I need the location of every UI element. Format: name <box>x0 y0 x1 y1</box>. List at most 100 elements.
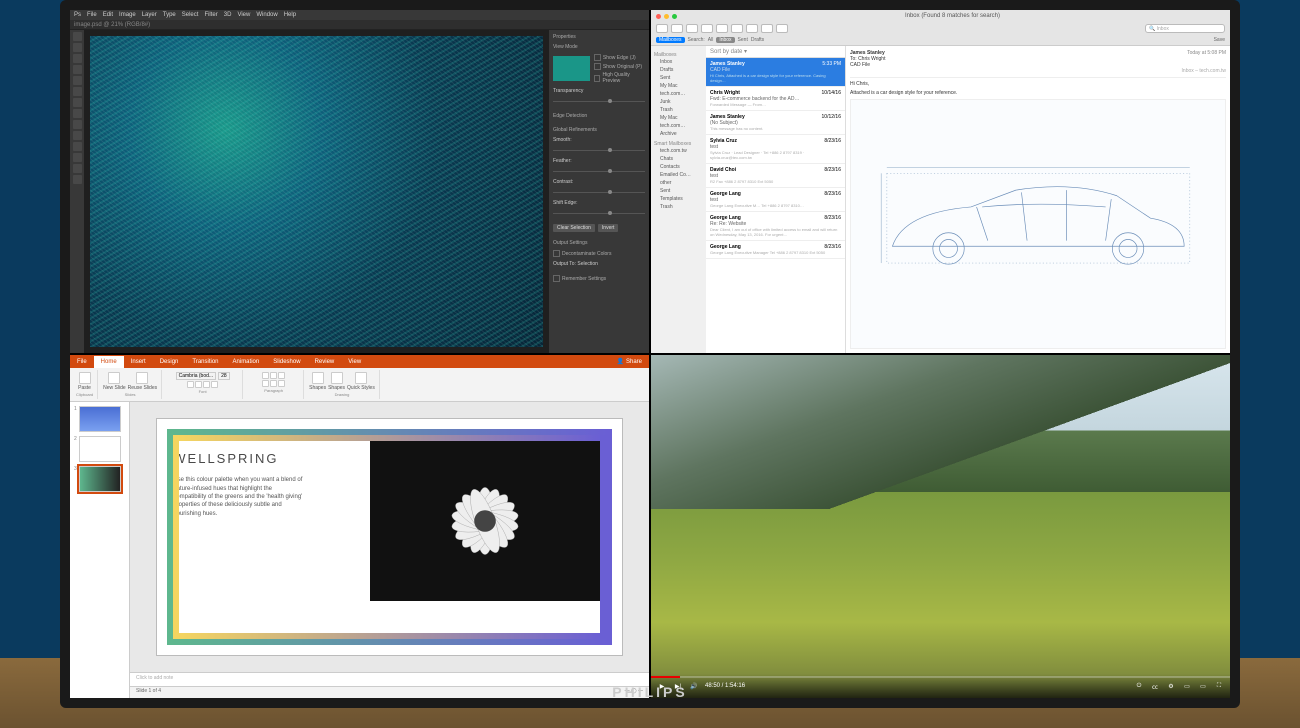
autoplay-toggle-icon[interactable]: ⏻ <box>1134 681 1144 691</box>
ps-smooth-slider[interactable] <box>553 150 645 151</box>
mail-sidebar-item[interactable]: Drafts <box>654 66 703 74</box>
pp-slide-canvas[interactable]: WELLSPRING Use this colour palette when … <box>156 418 622 655</box>
fullscreen-icon[interactable]: ⛶ <box>1214 681 1224 691</box>
mail-filter-all[interactable]: All <box>708 37 714 43</box>
ps-global-refinements-header[interactable]: Global Refinements <box>553 127 645 133</box>
ps-transparency-slider[interactable] <box>553 101 645 102</box>
mail-filter-mailboxes[interactable]: Mailboxes <box>656 37 685 43</box>
ps-menu-type[interactable]: Type <box>163 12 176 18</box>
ps-menu-edit[interactable]: Edit <box>103 12 113 18</box>
ps-doc-tab[interactable]: image.psd @ 21% (RGB/8#) <box>74 22 150 28</box>
mail-filter-sent[interactable]: Sent <box>738 37 748 43</box>
ps-show-original-checkbox[interactable]: Show Original (P) <box>594 63 645 70</box>
mail-sidebar-item[interactable]: Inbox <box>654 58 703 66</box>
pp-shapes2-button[interactable]: Shapes <box>328 372 345 391</box>
mail-message-item[interactable]: David Choi8/23/16testR2 Fax +886 2 8797 … <box>706 164 845 188</box>
ps-output-settings-header[interactable]: Output Settings <box>553 240 645 246</box>
ps-feather-slider[interactable] <box>553 171 645 172</box>
pp-paste-button[interactable]: Paste <box>78 372 91 391</box>
hand-tool-icon[interactable] <box>73 164 82 173</box>
mail-sort-dropdown[interactable]: Sort by date ▾ <box>706 46 845 58</box>
mail-sidebar-item[interactable]: other <box>654 179 703 187</box>
maximize-icon[interactable] <box>672 14 677 19</box>
delete-icon[interactable] <box>701 24 713 33</box>
pp-tab-home[interactable]: Home <box>94 356 124 368</box>
mail-sidebar-item[interactable]: Contacts <box>654 163 703 171</box>
underline-icon[interactable] <box>203 381 210 388</box>
archive-icon[interactable] <box>686 24 698 33</box>
pp-tab-insert[interactable]: Insert <box>124 356 153 368</box>
gradient-tool-icon[interactable] <box>73 131 82 140</box>
mail-sidebar-item[interactable]: Emailed Co… <box>654 171 703 179</box>
indent-icon[interactable] <box>278 372 285 379</box>
wand-tool-icon[interactable] <box>73 65 82 74</box>
pp-tab-transition[interactable]: Transition <box>185 356 225 368</box>
pp-quick-styles-button[interactable]: Quick Styles <box>347 372 375 391</box>
mail-sidebar-item[interactable]: tech.com… <box>654 90 703 98</box>
pen-tool-icon[interactable] <box>73 142 82 151</box>
pp-tab-view[interactable]: View <box>341 356 368 368</box>
settings-icon[interactable]: ⚙ <box>1166 681 1176 691</box>
mail-message-item[interactable]: James Stanley5:33 PMCAD FileHi Chris, At… <box>706 58 845 87</box>
mail-sidebar-item[interactable]: Chats <box>654 155 703 163</box>
mail-sidebar-item[interactable]: Trash <box>654 203 703 211</box>
ps-decontaminate-checkbox[interactable]: Decontaminate Colors <box>553 250 645 257</box>
captions-icon[interactable]: ㏄ <box>1150 681 1160 691</box>
ps-show-edge-checkbox[interactable]: Show Edge (J) <box>594 54 645 61</box>
italic-icon[interactable] <box>195 381 202 388</box>
ps-shift-edge-slider[interactable] <box>553 213 645 214</box>
pp-tab-file[interactable]: File <box>70 356 94 368</box>
move-tool-icon[interactable] <box>73 32 82 41</box>
mail-message-item[interactable]: Chris Wright10/14/16Fwd: E-commerce back… <box>706 87 845 111</box>
pp-notes-pane[interactable]: Click to add note <box>130 672 649 686</box>
compose-icon[interactable] <box>671 24 683 33</box>
number-icon[interactable] <box>270 372 277 379</box>
ps-menu-layer[interactable]: Layer <box>142 12 157 18</box>
miniplayer-icon[interactable]: ▭ <box>1182 681 1192 691</box>
align-center-icon[interactable] <box>270 380 277 387</box>
pp-reuse-slides-button[interactable]: Reuse Slides <box>128 372 157 391</box>
mail-sidebar-item[interactable]: Trash <box>654 106 703 114</box>
junk-icon[interactable] <box>716 24 728 33</box>
ps-view-thumb[interactable] <box>553 56 590 81</box>
mail-sidebar-item[interactable]: Sent <box>654 74 703 82</box>
clone-tool-icon[interactable] <box>73 109 82 118</box>
forward-icon[interactable] <box>761 24 773 33</box>
mail-message-item[interactable]: James Stanley10/12/16(No Subject)This me… <box>706 111 845 135</box>
mail-save-button[interactable]: Save <box>1214 37 1225 43</box>
strike-icon[interactable] <box>211 381 218 388</box>
reply-all-icon[interactable] <box>746 24 758 33</box>
mail-message-item[interactable]: George Lang8/23/16Re: Re: WebsiteDear Cl… <box>706 212 845 241</box>
mail-sidebar-item[interactable]: tech.com.tw <box>654 147 703 155</box>
ps-menu-3d[interactable]: 3D <box>224 12 232 18</box>
ps-contrast-slider[interactable] <box>553 192 645 193</box>
pp-thumb-1[interactable] <box>79 406 121 432</box>
mail-sidebar-item[interactable]: Archive <box>654 130 703 138</box>
pp-thumb-2[interactable] <box>79 436 121 462</box>
pp-font-size-dropdown[interactable]: 28 <box>218 372 230 380</box>
pp-new-slide-button[interactable]: New Slide <box>103 372 126 391</box>
pp-flower-image[interactable] <box>370 441 600 601</box>
mail-sidebar-item[interactable]: My Mac <box>654 82 703 90</box>
marquee-tool-icon[interactable] <box>73 43 82 52</box>
bullet-icon[interactable] <box>262 372 269 379</box>
lasso-tool-icon[interactable] <box>73 54 82 63</box>
pp-tab-design[interactable]: Design <box>153 356 186 368</box>
ps-clear-selection-button[interactable]: Clear Selection <box>553 224 595 232</box>
pp-tab-review[interactable]: Review <box>308 356 342 368</box>
align-left-icon[interactable] <box>262 380 269 387</box>
mail-sidebar-item[interactable]: Templates <box>654 195 703 203</box>
ps-remember-checkbox[interactable]: Remember Settings <box>553 275 645 282</box>
flag-icon[interactable] <box>776 24 788 33</box>
ps-menu-select[interactable]: Select <box>182 12 199 18</box>
mail-sidebar-item[interactable]: Junk <box>654 98 703 106</box>
ps-canvas[interactable] <box>84 30 549 353</box>
pp-shapes-button[interactable]: Shapes <box>309 372 326 391</box>
minimize-icon[interactable] <box>664 14 669 19</box>
mail-attachment-car-blueprint[interactable] <box>850 99 1226 349</box>
mail-sidebar-item[interactable]: tech.com… <box>654 122 703 130</box>
ps-menu-view[interactable]: View <box>237 12 250 18</box>
align-right-icon[interactable] <box>278 380 285 387</box>
ps-high-quality-checkbox[interactable]: High Quality Preview <box>594 72 645 84</box>
crop-tool-icon[interactable] <box>73 76 82 85</box>
